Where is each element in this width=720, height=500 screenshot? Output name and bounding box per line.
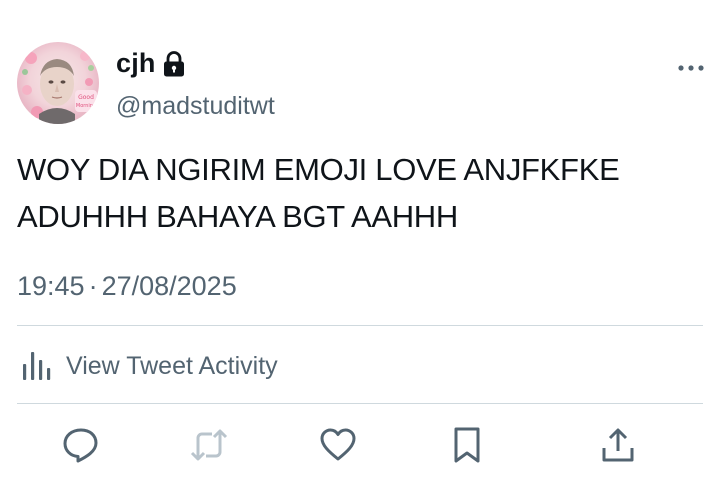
- activity-label: View Tweet Activity: [66, 351, 278, 380]
- avatar-sticker-line1: Good: [78, 94, 94, 101]
- reply-button[interactable]: [60, 424, 102, 466]
- reply-icon: [63, 428, 98, 463]
- retweet-button[interactable]: [188, 424, 230, 466]
- tweet-text: WOY DIA NGIRIM EMOJI LOVE ANJFKFKE ADUHH…: [17, 152, 620, 234]
- meta-separator: ·: [88, 271, 98, 301]
- bookmark-icon: [454, 427, 480, 463]
- display-name[interactable]: cjh: [116, 48, 156, 79]
- user-handle[interactable]: @madstuditwt: [116, 92, 275, 121]
- view-tweet-activity-link[interactable]: View Tweet Activity: [22, 346, 278, 386]
- share-icon: [602, 428, 634, 462]
- lock-icon: [164, 51, 184, 77]
- bookmark-button[interactable]: [446, 424, 488, 466]
- tweet-timestamp[interactable]: 19:45 · 27/08/2025: [17, 271, 237, 302]
- tweet-detail: Good Morning cjh @madstuditwt WOY DIA NG…: [0, 0, 720, 500]
- share-button[interactable]: [597, 424, 639, 466]
- divider: [17, 325, 703, 326]
- avatar-sticker-line2: Morning: [76, 103, 96, 109]
- divider: [17, 403, 703, 404]
- bar-chart-icon: [23, 352, 51, 380]
- retweet-icon: [190, 429, 228, 461]
- like-button[interactable]: [317, 424, 359, 466]
- tweet-time: 19:45: [17, 271, 85, 301]
- more-icon[interactable]: [677, 62, 705, 74]
- heart-icon: [320, 428, 356, 461]
- tweet-date: 27/08/2025: [101, 271, 237, 301]
- avatar[interactable]: Good Morning: [17, 42, 99, 124]
- avatar-image: Good Morning: [22, 51, 97, 124]
